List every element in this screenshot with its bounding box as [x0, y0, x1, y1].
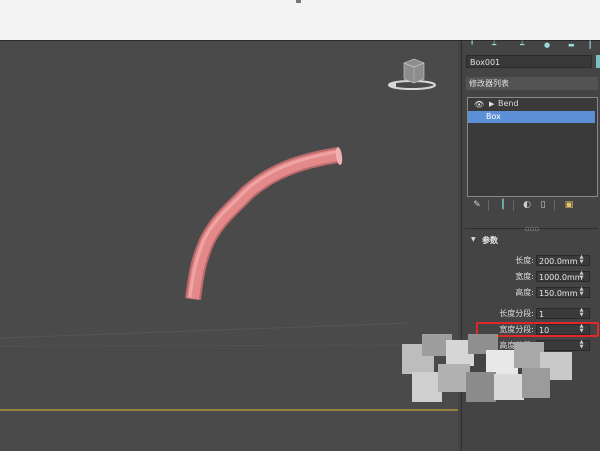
- stack-item-box[interactable]: Box: [468, 111, 595, 123]
- param-row-width: 宽度: 1000.0mm ▲ ▼: [462, 271, 600, 283]
- stack-item-label: Bend: [498, 99, 519, 108]
- rollout-title: 参数: [482, 236, 498, 245]
- hierarchy-tab-icon[interactable]: ┷: [520, 41, 524, 49]
- param-row-length: 长度: 200.0mm ▲ ▼: [462, 255, 600, 267]
- show-end-result-icon[interactable]: ┃: [497, 198, 509, 212]
- display-tab-icon[interactable]: ▬: [568, 41, 575, 49]
- param-label: 宽度:: [515, 272, 534, 281]
- modify-tab-icon[interactable]: ┷: [492, 41, 496, 49]
- view-cube-icon[interactable]: [388, 58, 436, 90]
- object-name-field[interactable]: Box001: [466, 55, 592, 68]
- modifier-list-dropdown[interactable]: 修改器列表: [466, 77, 598, 90]
- viewport-canvas[interactable]: [0, 41, 458, 451]
- utilities-tab-icon[interactable]: ┃: [588, 41, 592, 49]
- spinner-icon[interactable]: ▲ ▼: [577, 255, 586, 266]
- modifier-stack-toolbar: ✎ ┃ ◐ ▯ ▣: [467, 198, 597, 214]
- separator: [513, 200, 514, 211]
- motion-tab-icon[interactable]: ●: [544, 41, 550, 49]
- grid-line: [0, 322, 411, 339]
- param-row-length-segs: 长度分段: 1 ▲ ▼: [462, 308, 600, 320]
- spinner-icon[interactable]: ▲ ▼: [577, 287, 586, 298]
- expand-triangle-icon[interactable]: ▶: [489, 98, 494, 110]
- collapse-triangle-icon[interactable]: ▼: [471, 236, 476, 243]
- perspective-viewport[interactable]: [0, 41, 458, 451]
- separator: [488, 200, 489, 211]
- parameters-rollout-header[interactable]: ▼ 参数: [466, 235, 598, 247]
- configure-modifier-sets-icon[interactable]: ▣: [563, 198, 575, 212]
- pin-stack-icon[interactable]: ✎: [471, 198, 483, 212]
- param-row-height: 高度: 150.0mm ▲ ▼: [462, 287, 600, 299]
- create-tab-icon[interactable]: ╹: [470, 41, 474, 49]
- make-unique-icon[interactable]: ◐: [521, 198, 533, 212]
- spinner-icon[interactable]: ▲ ▼: [577, 271, 586, 282]
- pixelated-watermark: [402, 334, 572, 410]
- param-label: 长度分段:: [499, 309, 534, 318]
- scroll-marker: [296, 0, 301, 3]
- command-panel-tabs[interactable]: ╹ ┷ ┷ ● ▬ ┃: [462, 41, 600, 51]
- stack-item-bend[interactable]: 👁 ▶ Bend: [468, 98, 595, 110]
- divider-grip-icon[interactable]: ▫▫▫: [525, 225, 539, 233]
- eye-icon[interactable]: 👁: [474, 99, 484, 111]
- spinner-icon[interactable]: ▲ ▼: [577, 308, 586, 319]
- object-color-swatch[interactable]: [596, 55, 600, 68]
- bend-object[interactable]: [185, 147, 343, 301]
- separator: [554, 200, 555, 211]
- grid-line: [0, 344, 458, 347]
- top-toolbar-area: [0, 0, 600, 40]
- remove-modifier-icon[interactable]: ▯: [537, 198, 549, 212]
- stack-item-label: Box: [486, 112, 501, 121]
- param-label: 高度:: [515, 288, 534, 297]
- spinner-icon[interactable]: ▲ ▼: [577, 340, 586, 351]
- param-label: 长度:: [515, 256, 534, 265]
- modifier-stack[interactable]: 👁 ▶ Bend Box: [467, 97, 598, 197]
